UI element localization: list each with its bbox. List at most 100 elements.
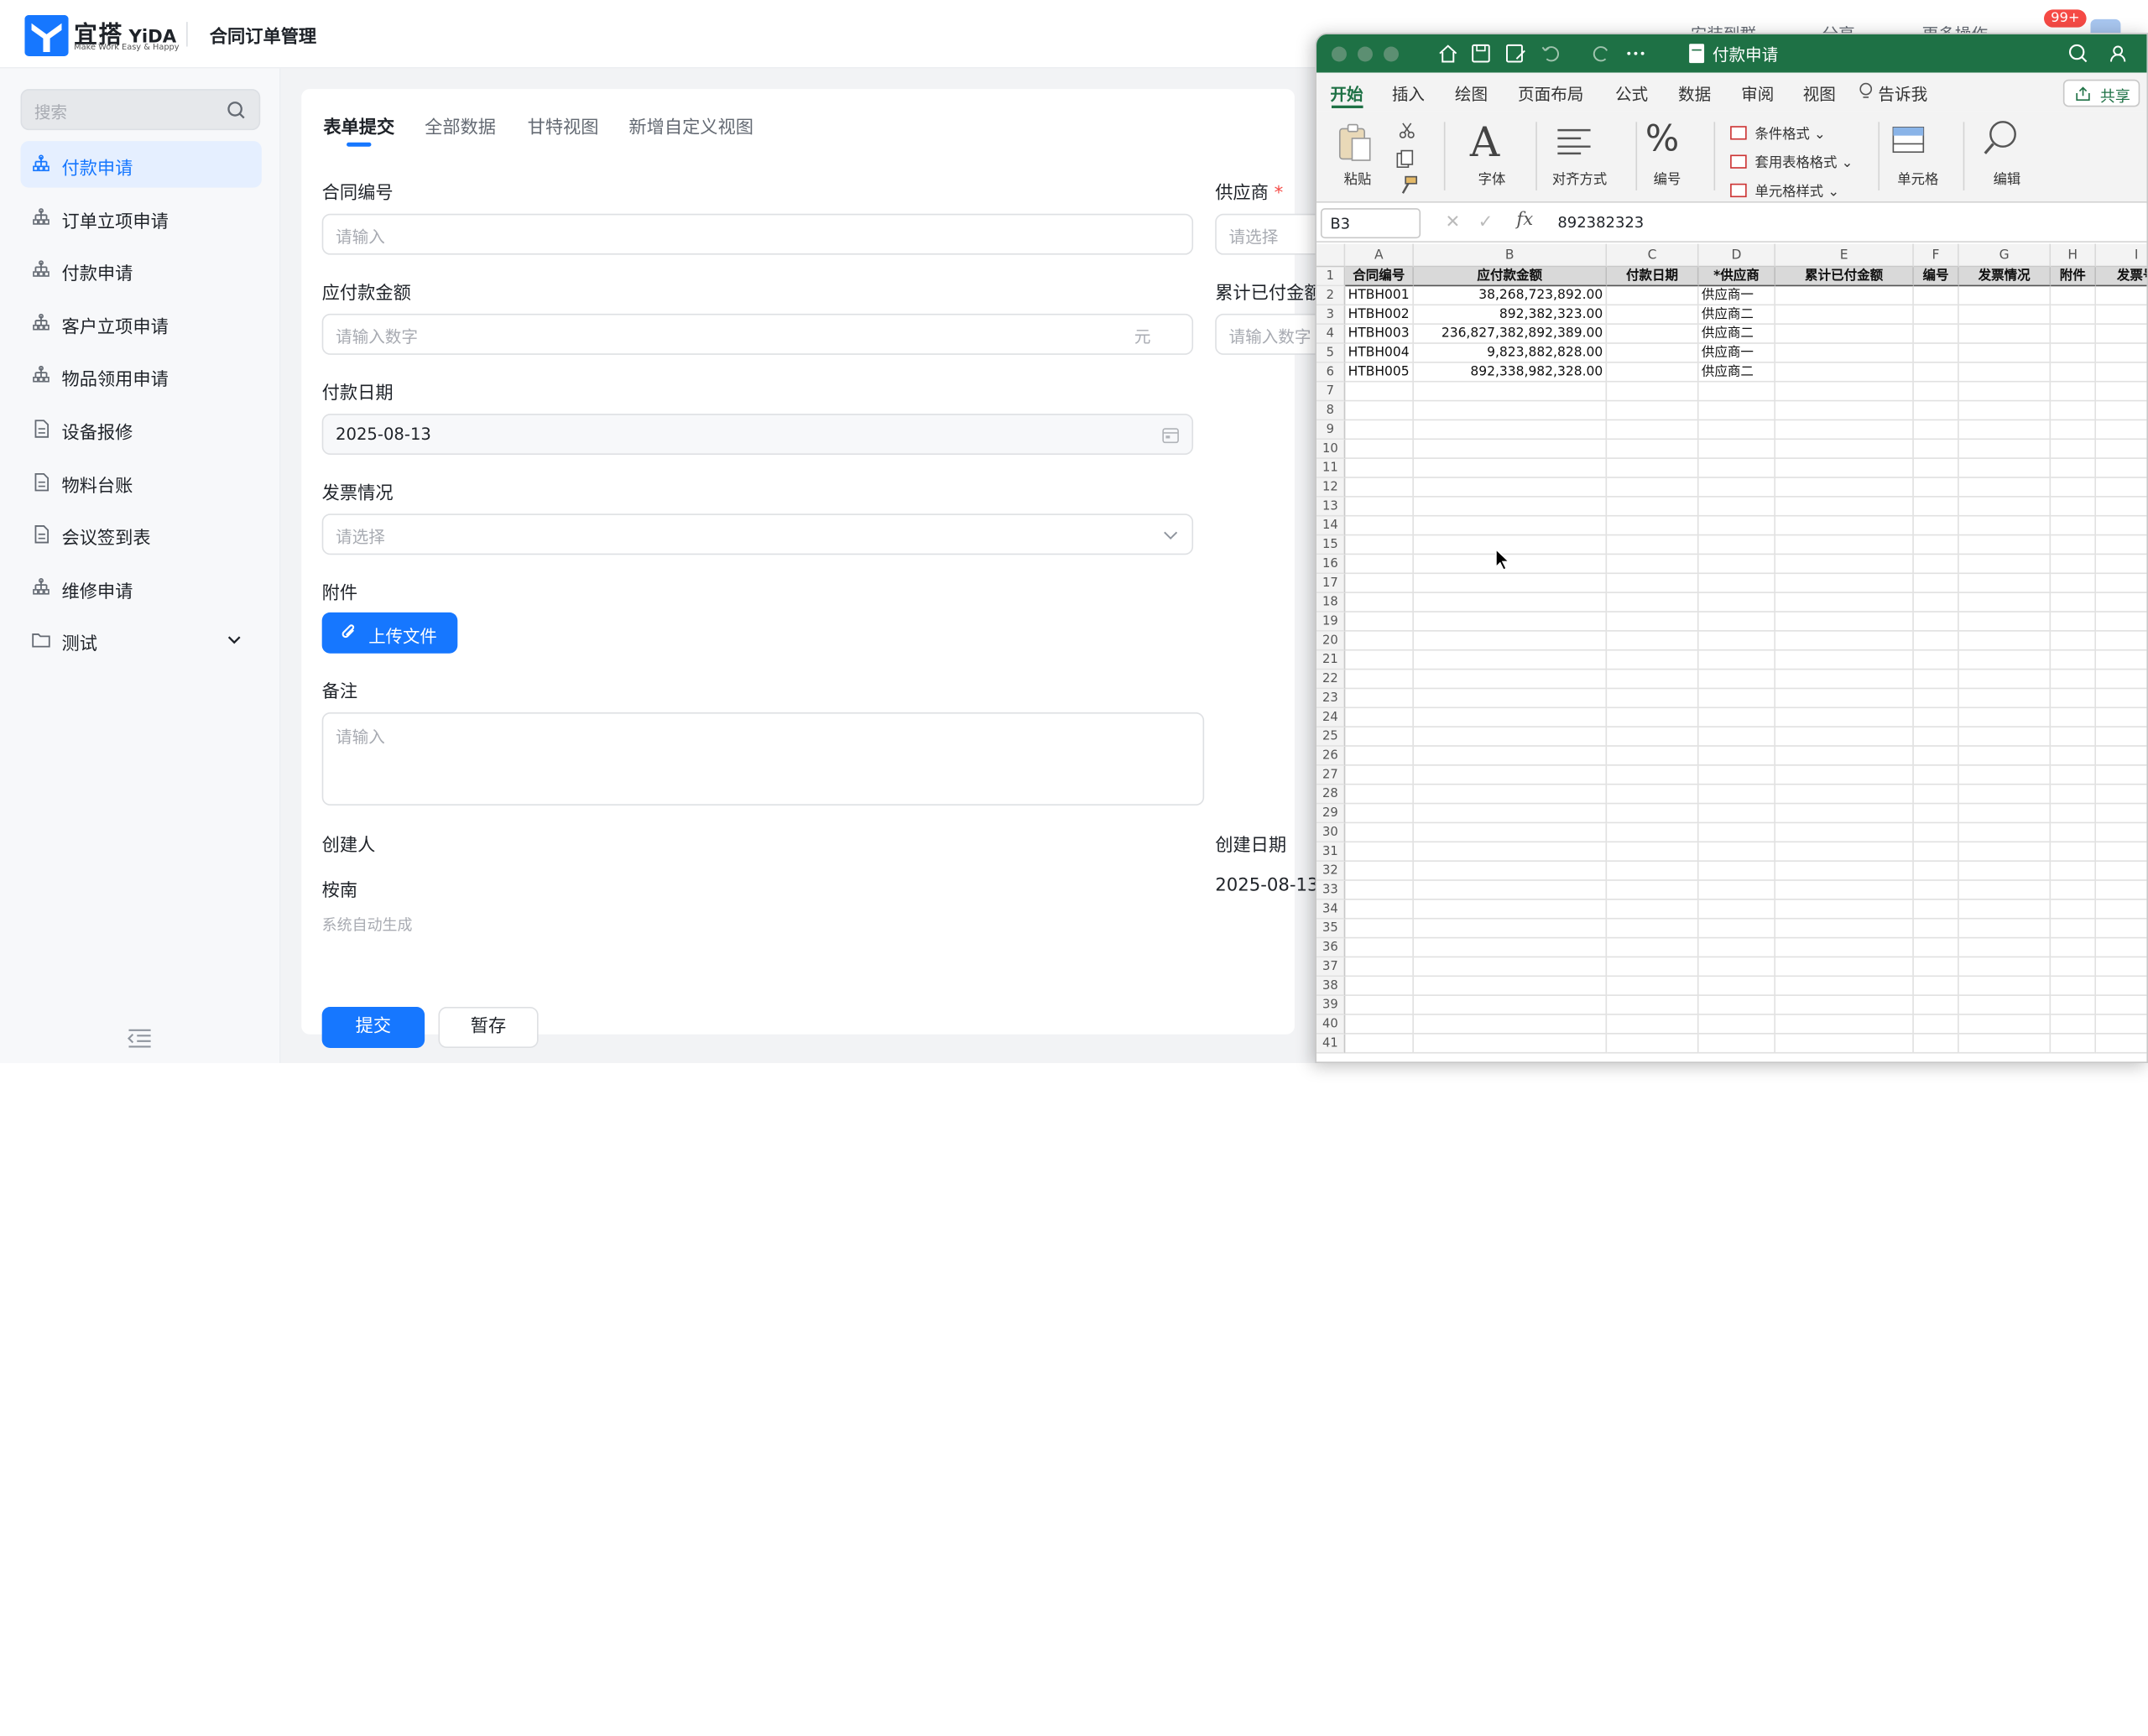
grid-cell[interactable] xyxy=(1607,324,1699,344)
grid-cell[interactable] xyxy=(1607,592,1699,613)
grid-cell[interactable] xyxy=(1913,592,1959,613)
grid-cell[interactable] xyxy=(1958,977,2052,996)
grid-cell[interactable] xyxy=(1607,631,1699,651)
grid-cell[interactable] xyxy=(2051,1034,2097,1054)
grid-cell[interactable] xyxy=(1698,574,1775,593)
grid-cell[interactable] xyxy=(2051,804,2097,824)
grid-cell[interactable] xyxy=(1345,1014,1414,1035)
grid-cell[interactable] xyxy=(1698,650,1775,670)
grid-cell[interactable] xyxy=(1775,670,1914,690)
row-header[interactable]: 4 xyxy=(1316,324,1346,344)
grid-cell[interactable] xyxy=(1698,977,1775,996)
undo-icon[interactable] xyxy=(1540,43,1561,65)
grid-cell[interactable] xyxy=(1913,650,1959,670)
grid-cell[interactable] xyxy=(2051,861,2097,881)
grid-cell[interactable] xyxy=(1698,477,1775,498)
chevron-down-icon[interactable] xyxy=(226,632,242,649)
grid-cell[interactable] xyxy=(1913,765,1959,785)
grid-cell[interactable] xyxy=(1775,324,1914,344)
grid-cell[interactable] xyxy=(1698,938,1775,958)
grid-cell[interactable] xyxy=(1698,1014,1775,1035)
row-header[interactable]: 24 xyxy=(1316,708,1346,727)
grid-cell[interactable] xyxy=(1913,458,1959,478)
confirm-formula-icon[interactable]: ✓ xyxy=(1478,212,1494,232)
grid-cell[interactable]: HTBH001 xyxy=(1345,286,1414,306)
amount-input[interactable]: 请输入数字 元 xyxy=(321,313,1194,355)
sidebar-item[interactable]: 测试 xyxy=(20,617,261,664)
grid-cell[interactable] xyxy=(1775,995,1914,1015)
row-header[interactable]: 20 xyxy=(1316,631,1346,651)
grid-cell[interactable] xyxy=(1958,689,2052,709)
grid-cell[interactable] xyxy=(2096,881,2147,900)
grid-cell[interactable] xyxy=(1607,804,1699,824)
grid-cell[interactable] xyxy=(2051,977,2097,996)
grid-cell[interactable] xyxy=(1913,497,1959,517)
grid-cell[interactable] xyxy=(2051,765,2097,785)
grid-cell[interactable] xyxy=(2096,535,2147,555)
grid-cell[interactable] xyxy=(2096,996,2147,1015)
save-draft-button[interactable]: 暂存 xyxy=(438,1007,539,1049)
grid-cell[interactable] xyxy=(1775,343,1914,363)
grid-cell[interactable] xyxy=(1913,957,1959,977)
grid-cell[interactable] xyxy=(1913,708,1959,727)
grid-cell[interactable] xyxy=(2051,708,2097,727)
grid-cell[interactable] xyxy=(1958,919,2052,939)
row-header[interactable]: 28 xyxy=(1316,785,1346,805)
grid-cell[interactable] xyxy=(1913,401,1959,421)
grid-cell[interactable] xyxy=(2051,938,2097,958)
grid-cell[interactable] xyxy=(1913,977,1959,996)
grid-cell[interactable] xyxy=(1413,880,1608,900)
grid-cell[interactable] xyxy=(1345,516,1414,536)
grid-cell[interactable] xyxy=(2051,670,2097,690)
grid-cell[interactable]: 892,338,982,328.00 xyxy=(1413,362,1608,383)
grid-cell[interactable] xyxy=(1607,286,1699,306)
grid-cell[interactable] xyxy=(1775,286,1914,306)
grid-cell[interactable] xyxy=(1345,708,1414,727)
cell-styles-button[interactable]: 单元格样式 ⌄ xyxy=(1730,180,1839,200)
grid-cell[interactable] xyxy=(2096,670,2147,690)
grid-cell[interactable] xyxy=(1913,286,1959,306)
grid-cell[interactable] xyxy=(1913,938,1959,958)
grid-cell[interactable] xyxy=(1958,650,2052,670)
grid-cell[interactable] xyxy=(1345,592,1414,613)
grid-cell[interactable] xyxy=(1698,823,1775,843)
grid-cell[interactable] xyxy=(1775,305,1914,325)
sidebar-item[interactable]: 客户立项申请 xyxy=(20,300,261,347)
grid-cell[interactable] xyxy=(1345,861,1414,881)
grid-cell[interactable] xyxy=(1775,382,1914,402)
account-icon[interactable] xyxy=(2109,43,2131,65)
ribbon-tab-page-layout[interactable]: 页面布局 xyxy=(1518,82,1583,106)
grid-cell[interactable] xyxy=(1775,708,1914,727)
grid-cell[interactable]: HTBH003 xyxy=(1345,324,1414,344)
grid-cell[interactable] xyxy=(2051,574,2097,593)
grid-cell[interactable] xyxy=(1913,612,1959,632)
grid-cell[interactable] xyxy=(2051,727,2097,747)
grid-cell[interactable] xyxy=(2096,344,2147,363)
grid-cell[interactable] xyxy=(1413,977,1608,996)
grid-cell[interactable] xyxy=(1913,670,1959,690)
tab-add-custom-view[interactable]: 新增自定义视图 xyxy=(628,112,753,138)
grid-cell[interactable] xyxy=(1775,631,1914,651)
fx-icon[interactable]: fx xyxy=(1516,210,1533,230)
grid-cell[interactable] xyxy=(2096,459,2147,478)
grid-cell[interactable] xyxy=(1958,592,2052,613)
grid-cell[interactable] xyxy=(1958,785,2052,805)
row-header[interactable]: 15 xyxy=(1316,535,1346,555)
grid-cell[interactable] xyxy=(2051,555,2097,575)
sidebar-item[interactable]: 设备报修 xyxy=(20,405,261,452)
grid-cell[interactable] xyxy=(1913,555,1959,575)
grid-cell[interactable] xyxy=(1413,708,1608,727)
grid-cell[interactable] xyxy=(1958,324,2052,344)
grid-cell[interactable] xyxy=(1775,746,1914,766)
row-header[interactable]: 16 xyxy=(1316,555,1346,575)
grid-cell[interactable] xyxy=(2051,286,2097,306)
grid-cell[interactable] xyxy=(1345,919,1414,939)
grid-cell[interactable] xyxy=(1345,880,1414,900)
close-window-button[interactable] xyxy=(1331,46,1347,62)
grid-cell[interactable] xyxy=(1775,804,1914,824)
share-button[interactable]: 共享 xyxy=(2062,79,2140,107)
grid-cell[interactable] xyxy=(1698,670,1775,690)
grid-cell[interactable] xyxy=(1345,727,1414,747)
row-header[interactable]: 7 xyxy=(1316,382,1346,402)
grid-cell[interactable] xyxy=(2051,497,2097,517)
